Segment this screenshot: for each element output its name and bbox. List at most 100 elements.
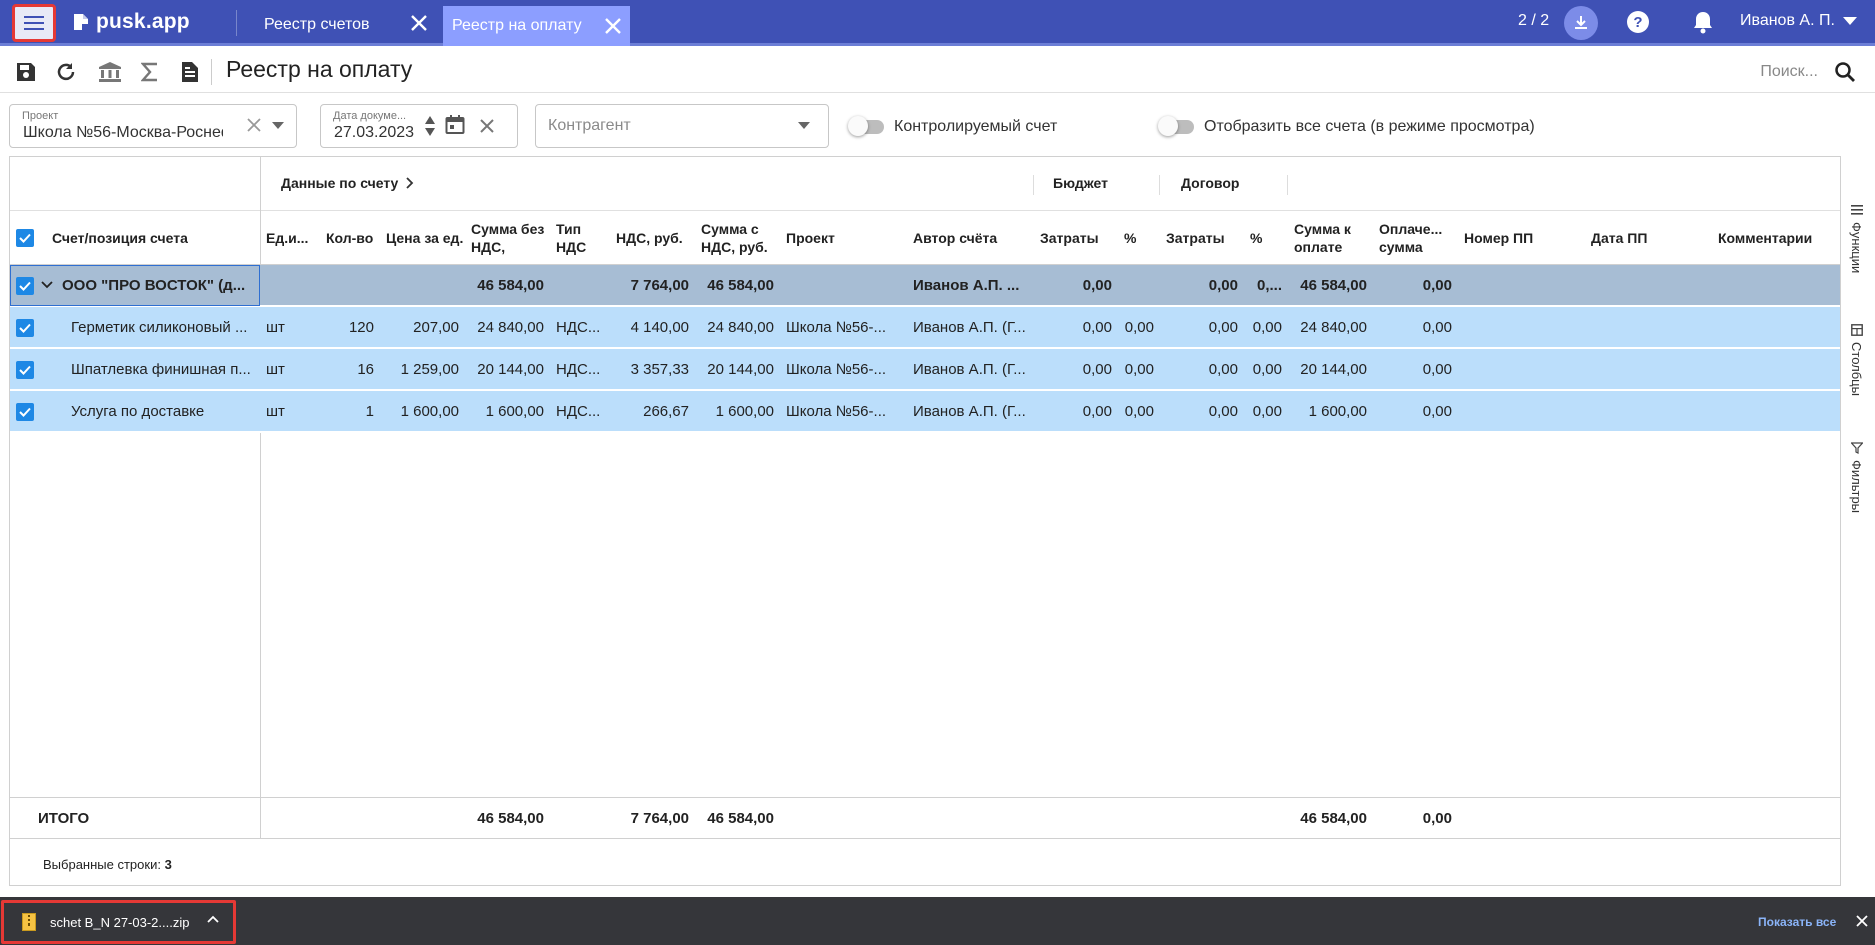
topbar-divider (236, 10, 237, 36)
col-header-name[interactable]: Счет/позиция счета (46, 211, 260, 265)
document-button[interactable] (177, 59, 203, 85)
row-checkbox[interactable] (16, 403, 34, 421)
hamburger-menu-button[interactable] (12, 4, 56, 42)
total-paid: 0,00 (1422, 810, 1452, 827)
cell-contract-cost: 0,00 (1208, 403, 1238, 420)
col-header-comment[interactable]: Комментарии (1712, 211, 1840, 265)
cell-to-pay: 1 600,00 (1308, 403, 1367, 420)
close-icon (411, 15, 427, 31)
side-tab-columns[interactable]: Столбцы (1849, 324, 1864, 396)
cell-sum-no-vat: 1 600,00 (485, 403, 544, 420)
sum-button[interactable] (137, 59, 163, 85)
cell-sum-vat: 24 840,00 (707, 319, 774, 336)
side-tab-filters[interactable]: Фильтры (1849, 442, 1864, 513)
col-header-unit[interactable]: Ед.и... (260, 211, 320, 265)
cell-sum-vat: 20 144,00 (707, 361, 774, 378)
col-header-contract-pct[interactable]: % (1244, 211, 1288, 265)
bank-button[interactable] (97, 59, 123, 85)
help-button[interactable]: ? (1626, 10, 1650, 34)
col-header-vat-type[interactable]: Тип НДС (550, 211, 610, 265)
col-header-budget-pct[interactable]: % (1118, 211, 1160, 265)
col-header-author[interactable]: Автор счёта (907, 211, 1034, 265)
save-button[interactable] (13, 59, 39, 85)
table-row[interactable]: Шпатлевка финишная п... шт 16 1 259,00 2… (10, 349, 1840, 390)
col-header-price[interactable]: Цена за ед. (380, 211, 465, 265)
tab-invoice-registry[interactable]: Реестр счетов (250, 8, 384, 42)
controlled-invoice-label: Контролируемый счет (894, 118, 1058, 135)
select-all-checkbox[interactable] (16, 229, 34, 247)
tab-close-button[interactable] (410, 14, 428, 32)
download-item[interactable]: schet B_N 27-03-2....zip (1, 900, 236, 944)
download-button[interactable] (1564, 6, 1598, 40)
col-header-contract-cost[interactable]: Затраты (1160, 211, 1244, 265)
refresh-button[interactable] (53, 59, 79, 85)
col-header-sum-no-vat[interactable]: Сумма без НДС, (465, 211, 550, 265)
close-download-bar-button[interactable] (1856, 915, 1868, 927)
col-header-pp-number[interactable]: Номер ПП (1458, 211, 1585, 265)
search-icon[interactable] (1834, 61, 1856, 83)
row-checkbox[interactable] (16, 277, 34, 295)
logo-icon (74, 14, 88, 30)
col-header-qty[interactable]: Кол-во (320, 211, 380, 265)
col-header-budget-cost[interactable]: Затраты (1034, 211, 1118, 265)
browser-download-bar: schet B_N 27-03-2....zip Показать все (0, 897, 1875, 945)
col-header-paid[interactable]: Оплаче... сумма (1373, 211, 1458, 265)
total-sum-vat: 46 584,00 (707, 810, 774, 827)
caret-down-icon (798, 122, 810, 129)
cell-vat: 266,67 (643, 403, 689, 420)
col-header-project[interactable]: Проект (780, 211, 907, 265)
menu-icon (24, 16, 44, 30)
download-counter: 2 / 2 (1518, 12, 1550, 29)
group-collapse-toggle[interactable] (41, 281, 53, 289)
cell-author: Иванов А.П. (Г... (913, 403, 1026, 420)
search-input[interactable] (1740, 62, 1820, 82)
cell-qty: 16 (357, 361, 374, 378)
check-icon (19, 323, 31, 333)
cell-author: Иванов А.П. (Г... (913, 319, 1026, 336)
cell-contract-cost: 0,00 (1208, 319, 1238, 336)
clear-date-button[interactable] (479, 118, 495, 134)
project-label: Проект (22, 110, 59, 122)
pinned-column-border (260, 798, 261, 838)
show-all-invoices-toggle[interactable] (1158, 116, 1194, 136)
project-dropdown-button[interactable] (272, 122, 284, 129)
table-row[interactable]: Герметик силиконовый ... шт 120 207,00 2… (10, 307, 1840, 348)
row-checkbox[interactable] (16, 319, 34, 337)
cell-price: 1 600,00 (400, 403, 459, 420)
col-header-pp-date[interactable]: Дата ПП (1585, 211, 1712, 265)
notifications-button[interactable] (1692, 10, 1714, 34)
cell-sum-vat: 46 584,00 (707, 277, 774, 294)
tab-close-button[interactable] (604, 17, 622, 35)
counterparty-select[interactable]: Контрагент (535, 104, 829, 148)
col-header-to-pay[interactable]: Сумма к оплате (1288, 211, 1373, 265)
date-stepper[interactable] (425, 114, 435, 138)
close-icon (605, 18, 621, 34)
cell-paid: 0,00 (1422, 361, 1452, 378)
tab-payment-registry[interactable]: Реестр на оплату (443, 6, 630, 46)
table-row[interactable]: Услуга по доставке шт 1 1 600,00 1 600,0… (10, 391, 1840, 432)
project-select[interactable]: Проект Школа №56-Москва-Роснефть (9, 104, 297, 148)
calendar-button[interactable] (445, 115, 465, 135)
group-header-invoice-data[interactable]: Данные по счету (281, 175, 414, 191)
side-tab-functions[interactable]: Функции (1849, 204, 1864, 273)
download-options-button[interactable] (207, 915, 219, 923)
app-logo[interactable]: pusk.app (72, 8, 190, 36)
save-icon (17, 63, 35, 81)
clear-project-button[interactable] (246, 117, 262, 133)
col-header-vat[interactable]: НДС, руб. (610, 211, 695, 265)
user-menu[interactable]: Иванов А. П. (1740, 12, 1857, 30)
check-icon (19, 407, 31, 417)
user-name: Иванов А. П. (1740, 12, 1835, 29)
header-divider (1159, 175, 1160, 195)
document-date-field[interactable]: Дата докуме... 27.03.2023 (320, 104, 518, 148)
table-row-group[interactable]: ООО "ПРО ВОСТОК" (д... 46 584,00 7 764,0… (10, 265, 1840, 306)
controlled-invoice-toggle[interactable] (848, 116, 884, 136)
chevron-up-icon (207, 915, 219, 923)
row-checkbox[interactable] (16, 361, 34, 379)
counterparty-dropdown-button[interactable] (798, 122, 810, 129)
show-all-downloads-link[interactable]: Показать все (1758, 915, 1836, 929)
side-tab-label: Столбцы (1849, 342, 1864, 396)
svg-text:?: ? (1633, 14, 1642, 31)
cell-sum-vat: 1 600,00 (715, 403, 774, 420)
col-header-sum-vat[interactable]: Сумма с НДС, руб. (695, 211, 780, 265)
